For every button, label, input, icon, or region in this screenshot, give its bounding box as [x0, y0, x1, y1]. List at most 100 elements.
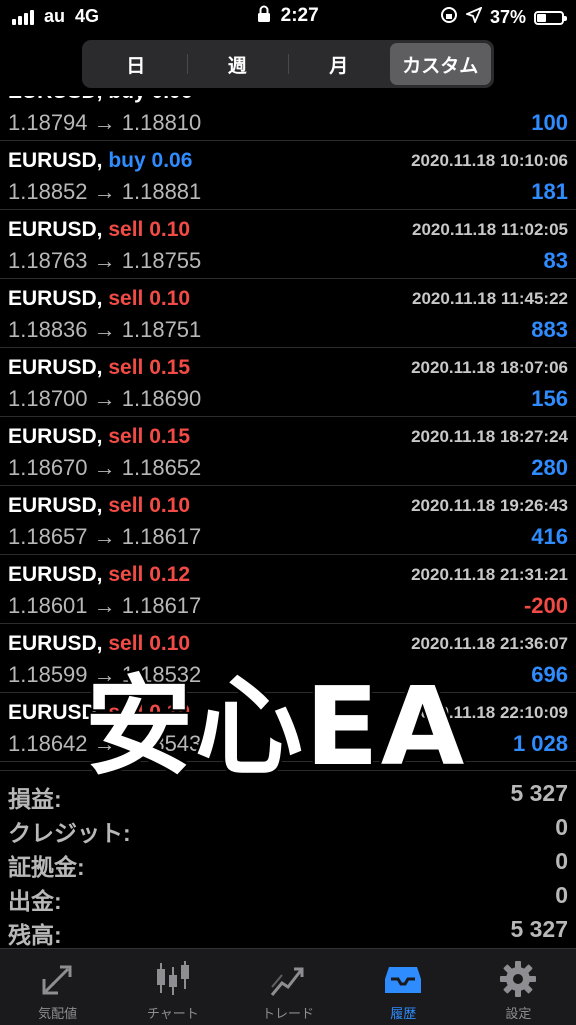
trade-profit: -200 [523, 593, 568, 618]
trade-side-volume: sell 0.12 [108, 563, 191, 586]
segment-month[interactable]: 月 [288, 43, 390, 85]
trade-symbol: EURUSD, [8, 287, 103, 310]
tab-trade[interactable]: トレード [230, 949, 345, 1025]
trade-prices: 1.18852 → 1.18881 [8, 179, 202, 204]
trade-row[interactable]: EURUSD, sell 0.15 2020.11.18 18:07:06 1.18… [0, 348, 576, 417]
segment-day[interactable]: 日 [85, 43, 187, 85]
battery-percent: 37% [489, 7, 526, 27]
summary-row: 出金: 0 [0, 879, 576, 914]
trade-profit: 696 [531, 662, 568, 687]
summary-label: 損益: [8, 786, 62, 812]
trade-header: EURUSD, buy 0.06 [8, 149, 192, 173]
trade-header: EURUSD, sell 0.10 [8, 494, 190, 518]
summary-row: 残高: 5 327 [0, 913, 576, 948]
account-summary: 損益: 5 327 クレジット: 0 証拠金: 0 出金: 0 残高: 5 327 [0, 770, 576, 948]
trade-time: 2020.11.18 19:26:43 [411, 496, 568, 515]
tab-history[interactable]: 履歴 [346, 949, 461, 1025]
segment-custom[interactable]: カスタム [389, 43, 491, 85]
tab-quotes[interactable]: 気配値 [0, 949, 115, 1025]
summary-label: 出金: [8, 888, 62, 914]
trade-prices: 1.18670 → 1.18652 [8, 455, 202, 480]
period-header: 日 週 月 カスタム [0, 32, 576, 96]
trade-symbol: EURUSD, [8, 356, 103, 379]
trade-symbol: EURUSD, [8, 563, 103, 586]
trade-time: 2020.11.18 21:31:21 [411, 565, 568, 584]
trade-row[interactable]: EURUSD, buy 0.06 2020.11.18 10:10:06 1.188… [0, 141, 576, 210]
lock-icon [257, 5, 271, 29]
trade-profit: 83 [543, 248, 568, 273]
summary-label: クレジット: [8, 820, 131, 846]
trade-header: EURUSD, sell 0.10 [8, 287, 190, 311]
tab-chart[interactable]: チャート [115, 949, 230, 1025]
trade-symbol: EURUSD, [8, 149, 103, 172]
clock-time: 2:27 [280, 5, 319, 26]
trade-time: 2020.11.18 11:45:22 [412, 289, 568, 308]
rotation-lock-icon [440, 6, 458, 29]
tab-label: 気配値 [38, 1006, 78, 1021]
trade-side-volume: sell 0.10 [108, 494, 191, 517]
trade-prices: 1.18794 → 1.18810 [8, 110, 202, 135]
trade-row[interactable]: EURUSD, sell 0.12 2020.11.18 21:31:21 1.18… [0, 555, 576, 624]
trade-header: EURUSD, sell 0.15 [8, 425, 190, 449]
trade-profit: 883 [531, 317, 568, 342]
trade-time: 2020.11.18 18:27:24 [411, 427, 568, 446]
summary-label: 残高: [8, 922, 62, 948]
trade-header: EURUSD, buy 0.06 [8, 96, 192, 104]
gear-icon [500, 961, 537, 997]
status-bar: au 4G 2:27 37% [0, 0, 576, 32]
trade-side-volume: sell 0.15 [108, 356, 191, 379]
trade-prices: 1.18601 → 1.18617 [8, 593, 202, 618]
trade-row[interactable]: EURUSD, buy 0.06 1.18794 → 1.18810 100 [0, 96, 576, 141]
trade-row[interactable]: EURUSD, sell 0.10 2020.11.18 11:02:05 1.18… [0, 210, 576, 279]
trade-header: EURUSD, sell 0.15 [8, 356, 190, 380]
trade-prices: 1.18657 → 1.18617 [8, 524, 202, 549]
tab-label: チャート [146, 1006, 199, 1021]
candlestick-chart-icon [156, 961, 189, 995]
trade-row[interactable]: EURUSD, sell 0.10 2020.11.18 11:45:22 1.18… [0, 279, 576, 348]
tab-label: 履歴 [390, 1006, 417, 1021]
history-inbox-icon [385, 967, 422, 993]
trade-symbol: EURUSD, [8, 494, 103, 517]
trade-side-volume: sell 0.10 [108, 218, 191, 241]
trade-profit: 100 [531, 110, 568, 135]
trade-icon [270, 967, 304, 996]
trade-header: EURUSD, sell 0.12 [8, 563, 190, 587]
trade-symbol: EURUSD, [8, 218, 103, 241]
trade-profit: 156 [531, 386, 568, 411]
trade-prices: 1.18763 → 1.18755 [8, 248, 202, 273]
trade-row[interactable]: EURUSD, sell 0.15 2020.11.18 18:27:24 1.18… [0, 417, 576, 486]
trade-profit: 181 [531, 179, 568, 204]
trade-header: EURUSD, sell 0.10 [8, 218, 190, 242]
summary-row: クレジット: 0 [0, 811, 576, 846]
trade-prices: 1.18700 → 1.18690 [8, 386, 202, 411]
summary-label: 証拠金: [8, 854, 85, 880]
segment-week[interactable]: 週 [186, 43, 289, 85]
trade-profit: 280 [531, 455, 568, 480]
trade-side-volume: sell 0.15 [108, 425, 191, 448]
trade-row[interactable]: EURUSD, sell 0.10 2020.11.18 19:26:43 1.18… [0, 486, 576, 555]
trade-symbol: EURUSD, [8, 425, 103, 448]
summary-value: 0 [555, 882, 568, 908]
trade-time: 2020.11.18 18:07:06 [411, 358, 568, 377]
period-segmented-control: 日 週 月 カスタム [82, 40, 494, 88]
trade-prices: 1.18836 → 1.18751 [8, 317, 202, 342]
trade-time: 2020.11.18 11:02:05 [412, 220, 568, 239]
trade-side-volume: sell 0.10 [108, 287, 191, 310]
watermark-text: 安心EA [85, 665, 467, 790]
tab-settings[interactable]: 設定 [461, 949, 576, 1025]
summary-row: 証拠金: 0 [0, 845, 576, 880]
trade-side-volume: buy 0.06 [108, 149, 193, 172]
summary-value: 0 [555, 814, 568, 840]
location-arrow-icon [464, 6, 483, 28]
trade-time: 2020.11.18 10:10:06 [411, 151, 568, 170]
bottom-tab-bar: 気配値 チャート トレード 履歴 設定 [0, 948, 576, 1025]
battery-icon [534, 10, 567, 25]
tab-label: 設定 [505, 1006, 532, 1021]
summary-value: 5 327 [510, 780, 568, 806]
quotes-icon [42, 965, 72, 995]
summary-value: 0 [555, 848, 568, 874]
summary-value: 5 327 [510, 916, 568, 942]
trade-profit: 1 028 [512, 731, 568, 756]
tab-label: トレード [262, 1006, 315, 1021]
trade-profit: 416 [531, 524, 568, 549]
